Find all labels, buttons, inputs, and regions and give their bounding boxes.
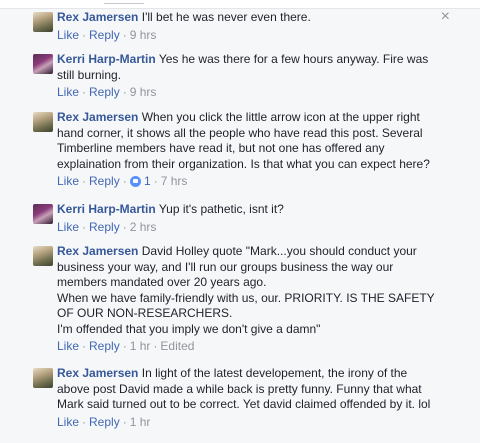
- comment-author[interactable]: Rex Jamersen: [57, 244, 138, 258]
- comment-actions: Like · Reply · 1 · 7 hrs: [57, 174, 440, 189]
- comment-text-line: When we have family-friendly with us, ou…: [57, 290, 435, 321]
- like-button[interactable]: Like: [57, 85, 79, 99]
- avatar[interactable]: [33, 12, 53, 32]
- comment-actions: Like · Reply · 9 hrs: [57, 85, 440, 100]
- comment-body: Rex Jamersen I'll bet he was never even …: [57, 10, 440, 26]
- comment-text: Yup it's pathetic, isnt it?: [158, 202, 284, 216]
- separator: ·: [122, 219, 127, 234]
- comment-body: Rex Jamersen David Holley quote "Mark...…: [57, 244, 440, 337]
- avatar[interactable]: [33, 112, 53, 132]
- avatar[interactable]: [33, 204, 53, 224]
- avatar[interactable]: [33, 54, 53, 74]
- close-icon[interactable]: ×: [441, 9, 450, 25]
- like-reaction-icon[interactable]: [129, 176, 141, 187]
- previous-comment-edge: [0, 0, 480, 9]
- reply-button[interactable]: Reply: [89, 415, 120, 429]
- separator: ·: [82, 27, 87, 42]
- comment-time[interactable]: 1 hr: [130, 339, 151, 353]
- separator: ·: [82, 219, 87, 234]
- like-count[interactable]: 1: [144, 174, 151, 188]
- separator: ·: [82, 85, 87, 99]
- avatar[interactable]: [33, 246, 53, 266]
- comment-time[interactable]: 1 hr: [130, 415, 151, 429]
- reply-button[interactable]: Reply: [89, 174, 120, 188]
- comment-author[interactable]: Rex Jamersen: [57, 110, 138, 124]
- reply-button[interactable]: Reply: [89, 85, 120, 99]
- separator: ·: [82, 339, 87, 353]
- separator: ·: [122, 27, 127, 42]
- comment-body: Rex Jamersen In light of the latest deve…: [57, 366, 440, 413]
- comment-time[interactable]: 2 hrs: [130, 220, 157, 234]
- like-button[interactable]: Like: [57, 220, 79, 234]
- separator: ·: [82, 414, 87, 429]
- comment-time[interactable]: 9 hrs: [130, 85, 157, 99]
- comment-actions: Like · Reply · 1 hr · Edited: [57, 339, 440, 354]
- avatar[interactable]: [33, 368, 53, 388]
- reply-button[interactable]: Reply: [89, 220, 120, 234]
- comment-body: Rex Jamersen When you click the little a…: [57, 110, 440, 172]
- reply-button[interactable]: Reply: [89, 339, 120, 353]
- comment-text: I'll bet he was never even there.: [141, 10, 311, 24]
- comment-body: Kerri Harp-Martin Yes he was there for a…: [57, 52, 440, 83]
- comment-time[interactable]: 7 hrs: [161, 174, 188, 188]
- comment-actions: Like · Reply · 1 hr: [57, 415, 440, 430]
- comment: Rex Jamersen In light of the latest deve…: [33, 366, 440, 430]
- like-button[interactable]: Like: [57, 28, 79, 42]
- comment-author[interactable]: Rex Jamersen: [57, 10, 138, 24]
- comment-actions: Like · Reply · 9 hrs: [57, 28, 440, 43]
- comment-actions: Like · Reply · 2 hrs: [57, 220, 440, 235]
- like-button[interactable]: Like: [57, 174, 79, 188]
- like-button[interactable]: Like: [57, 415, 79, 429]
- separator: ·: [122, 414, 127, 429]
- comment-author[interactable]: Rex Jamersen: [57, 366, 138, 380]
- comment: Kerri Harp-Martin Yes he was there for a…: [33, 52, 440, 100]
- comment: Rex Jamersen David Holley quote "Mark...…: [33, 244, 440, 354]
- separator: ·: [82, 174, 87, 188]
- separator: ·: [122, 85, 127, 99]
- edited-label[interactable]: Edited: [160, 339, 194, 353]
- comment: Rex Jamersen I'll bet he was never even …: [33, 10, 440, 43]
- separator: ·: [122, 339, 127, 353]
- comment-body: Kerri Harp-Martin Yup it's pathetic, isn…: [57, 202, 440, 218]
- comment-time[interactable]: 9 hrs: [130, 28, 157, 42]
- comment-text-line: I'm offended that you imply we don't giv…: [57, 321, 321, 336]
- separator: ·: [153, 339, 158, 353]
- comment-author[interactable]: Kerri Harp-Martin: [57, 202, 156, 216]
- comment: Rex Jamersen When you click the little a…: [33, 110, 440, 189]
- like-button[interactable]: Like: [57, 339, 79, 353]
- reply-button[interactable]: Reply: [89, 28, 120, 42]
- separator: ·: [153, 174, 158, 188]
- comment: Kerri Harp-Martin Yup it's pathetic, isn…: [33, 202, 440, 235]
- comment-author[interactable]: Kerri Harp-Martin: [57, 52, 156, 66]
- separator: ·: [122, 174, 127, 188]
